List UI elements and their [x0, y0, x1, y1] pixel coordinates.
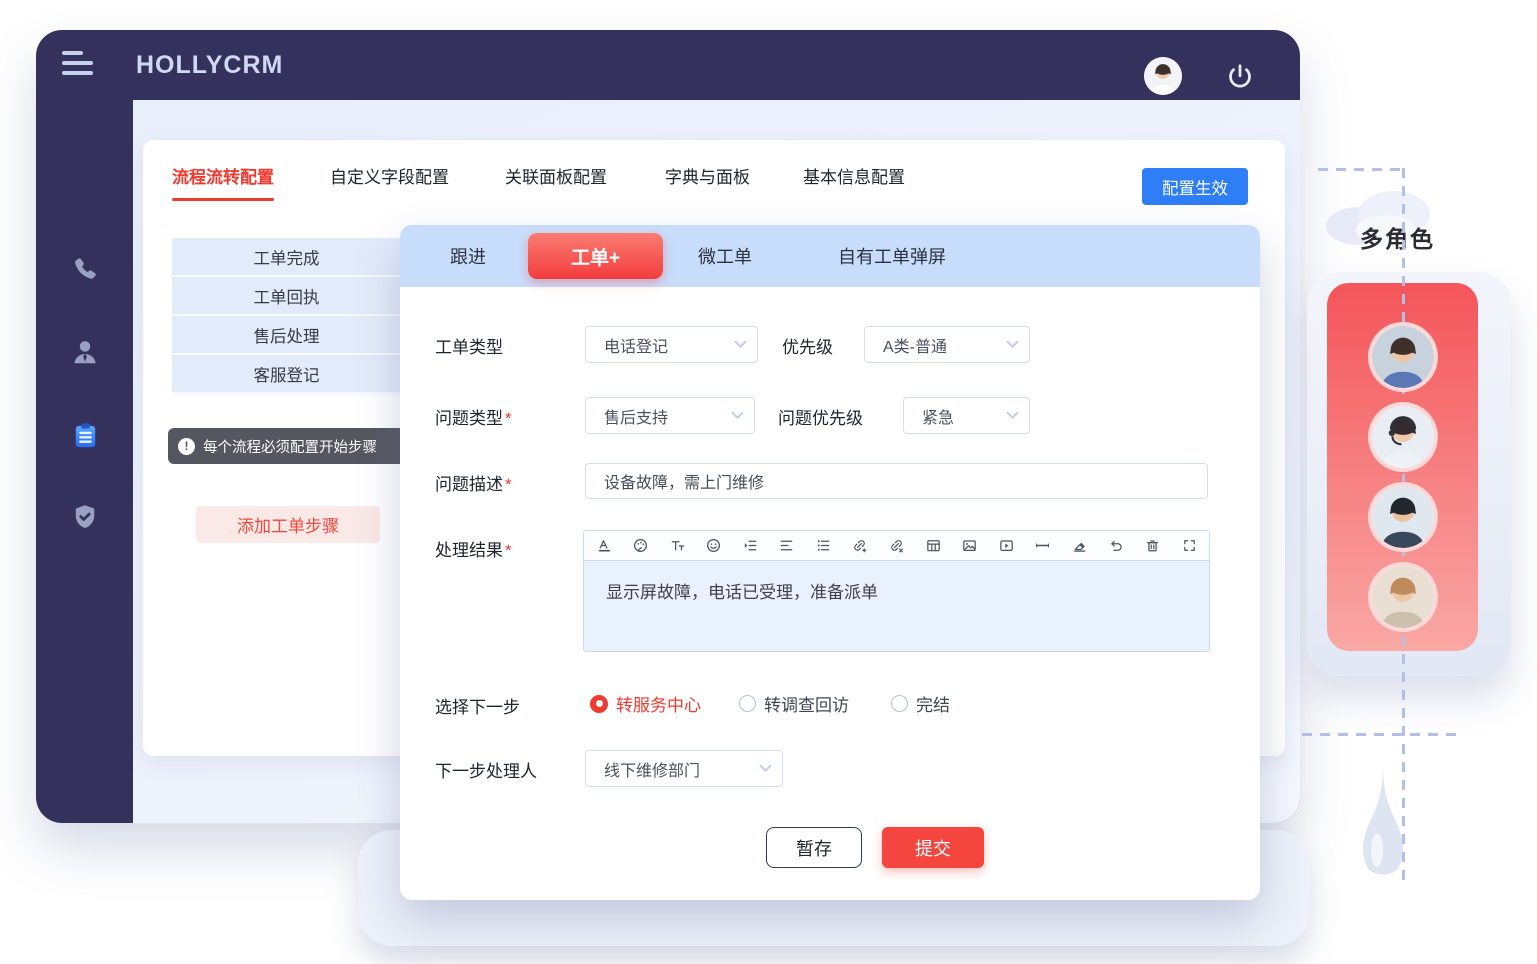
priority-label: 优先级 [782, 333, 833, 358]
chevron-down-icon [731, 407, 744, 425]
user-avatar[interactable] [1144, 57, 1182, 95]
video-icon[interactable] [997, 537, 1015, 555]
font-size-icon[interactable] [668, 537, 686, 555]
result-label: 处理结果* [435, 536, 512, 561]
customer-icon[interactable] [70, 337, 100, 367]
exclamation-icon [178, 438, 195, 455]
issue-priority-select[interactable]: 紧急 [903, 397, 1030, 434]
dashed-connector-bottom [1302, 733, 1456, 736]
fullscreen-icon[interactable] [1180, 537, 1198, 555]
tab-custom-field-config[interactable]: 自定义字段配置 [330, 166, 449, 190]
agent-avatar-2 [1368, 402, 1438, 472]
issue-type-select[interactable]: 售后支持 [585, 397, 755, 434]
chevron-down-icon [759, 760, 772, 778]
eraser-icon[interactable] [1070, 537, 1088, 555]
modal-tab-bar: 跟进 工单+ 微工单 自有工单弹屏 [400, 225, 1260, 287]
tab-linked-panel-config[interactable]: 关联面板配置 [505, 166, 607, 190]
multi-role-panel [1327, 283, 1478, 651]
modal-tab-micro-ticket[interactable]: 微工单 [698, 243, 752, 269]
modal-tab-ticket-plus[interactable]: 工单+ [528, 233, 663, 279]
chevron-down-icon [1006, 407, 1019, 425]
power-icon[interactable] [1225, 62, 1255, 92]
issue-desc-label: 问题描述* [435, 470, 512, 495]
horizontal-rule-icon[interactable] [1034, 537, 1052, 555]
table-icon[interactable] [924, 537, 942, 555]
emoji-icon[interactable] [705, 537, 723, 555]
ticket-type-label: 工单类型 [435, 333, 503, 358]
agent-avatar-3 [1368, 482, 1438, 552]
workflow-step-aftersale[interactable]: 售后处理 [172, 316, 401, 355]
submit-button[interactable]: 提交 [882, 827, 984, 868]
phone-icon[interactable] [70, 255, 100, 285]
modal-tab-own-popup[interactable]: 自有工单弹屏 [838, 243, 946, 269]
ticket-type-select[interactable]: 电话登记 [585, 326, 758, 363]
issue-type-label: 问题类型* [435, 404, 512, 429]
next-handler-label: 下一步处理人 [435, 757, 537, 782]
radio-finish[interactable]: 完结 [891, 691, 950, 716]
add-link-icon[interactable] [851, 537, 869, 555]
next-step-label: 选择下一步 [435, 693, 520, 718]
screenshot-stage: HOLLYCRM [0, 0, 1537, 964]
dashed-connector-top [1318, 168, 1406, 171]
issue-desc-input[interactable]: 设备故障，需上门维修 [585, 463, 1208, 499]
agent-avatar-1 [1368, 322, 1438, 392]
next-step-radio-group: 转服务中心 转调查回访 完结 [590, 691, 950, 716]
top-bar: HOLLYCRM [36, 30, 1300, 100]
priority-select[interactable]: A类-普通 [864, 326, 1030, 363]
radio-transfer-survey[interactable]: 转调查回访 [739, 691, 849, 716]
delete-icon[interactable] [1143, 537, 1161, 555]
multi-role-label: 多角色 [1360, 220, 1435, 254]
agent-avatar-4 [1368, 562, 1438, 632]
tab-basic-info-config[interactable]: 基本信息配置 [803, 166, 905, 190]
result-text-area[interactable]: 显示屏故障，电话已受理，准备派单 [584, 561, 1209, 652]
ticket-clipboard-icon[interactable] [70, 420, 100, 450]
font-style-icon[interactable] [595, 537, 613, 555]
result-rich-text-editor: 显示屏故障，电话已受理，准备派单 [583, 530, 1210, 652]
next-handler-select[interactable]: 线下维修部门 [585, 750, 783, 787]
tab-dictionary-panel[interactable]: 字典与面板 [665, 166, 750, 190]
workflow-step-list: 工单完成 工单回执 售后处理 客服登记 [172, 238, 401, 396]
tab-process-flow-config[interactable]: 流程流转配置 [172, 166, 274, 190]
add-step-button[interactable]: 添加工单步骤 [196, 506, 380, 543]
menu-icon[interactable] [62, 51, 96, 79]
radio-transfer-service-center[interactable]: 转服务中心 [590, 691, 701, 716]
notice-text: 每个流程必须配置开始步骤 [203, 436, 377, 457]
undo-icon[interactable] [1107, 537, 1125, 555]
indent-icon[interactable] [741, 537, 759, 555]
editor-toolbar [584, 531, 1209, 561]
workflow-step-register[interactable]: 客服登记 [172, 355, 401, 394]
modal-tab-followup[interactable]: 跟进 [450, 243, 486, 269]
workflow-notice-tooltip: 每个流程必须配置开始步骤 [168, 428, 406, 464]
app-title: HOLLYCRM [136, 30, 283, 100]
workflow-step-receipt[interactable]: 工单回执 [172, 277, 401, 316]
unordered-list-icon[interactable] [814, 537, 832, 555]
color-palette-icon[interactable] [632, 537, 650, 555]
radio-selected-icon [590, 695, 608, 713]
remove-link-icon[interactable] [888, 537, 906, 555]
apply-config-button[interactable]: 配置生效 [1142, 168, 1248, 205]
image-icon[interactable] [961, 537, 979, 555]
workflow-step-complete[interactable]: 工单完成 [172, 238, 401, 277]
radio-unselected-icon [891, 695, 908, 712]
left-nav-rail [36, 100, 133, 823]
chevron-down-icon [734, 336, 747, 354]
align-left-icon[interactable] [778, 537, 796, 555]
ticket-modal: 跟进 工单+ 微工单 自有工单弹屏 工单类型 电话登记 优先级 A类-普通 问题… [400, 225, 1260, 900]
save-draft-button[interactable]: 暂存 [766, 827, 862, 868]
radio-unselected-icon [739, 695, 756, 712]
chevron-down-icon [1006, 336, 1019, 354]
issue-priority-label: 问题优先级 [778, 404, 863, 429]
shield-check-icon[interactable] [70, 502, 100, 532]
